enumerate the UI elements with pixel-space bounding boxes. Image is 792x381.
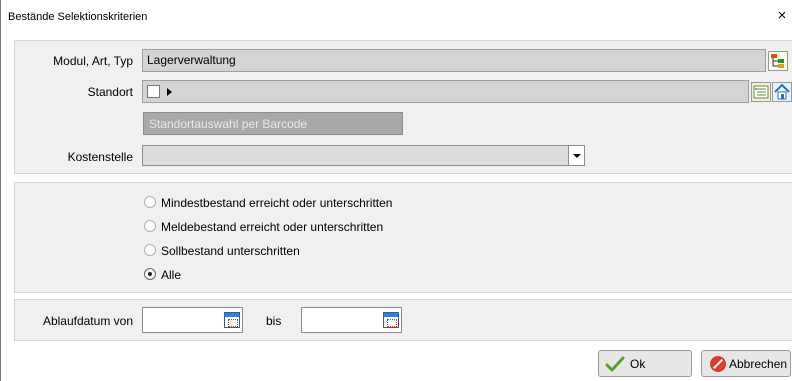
expand-arrow-icon[interactable]	[167, 88, 172, 96]
title-bar: Bestände Selektionskriterien ×	[1, 0, 792, 32]
modul-label: Modul, Art, Typ	[53, 54, 133, 68]
home-icon[interactable]	[772, 82, 792, 102]
radio-sollbestand-label: Sollbestand unterschritten	[161, 244, 300, 258]
chevron-down-icon[interactable]	[568, 146, 584, 165]
calendar-icon[interactable]	[224, 312, 240, 328]
standort-field[interactable]	[142, 80, 749, 103]
window-title: Bestände Selektionskriterien	[8, 11, 148, 23]
ok-label: Ok	[630, 357, 646, 371]
radio-mindestbestand-label: Mindestbestand erreicht oder unterschrit…	[161, 196, 393, 210]
barcode-placeholder: Standortauswahl per Barcode	[149, 117, 308, 131]
radio-meldebestand-label: Meldebestand erreicht oder unterschritte…	[161, 220, 384, 234]
radio-meldebestand-circle[interactable]	[144, 220, 156, 232]
checkmark-icon	[605, 356, 625, 372]
kostenstelle-select[interactable]	[142, 145, 585, 166]
calendar-icon[interactable]	[383, 312, 399, 328]
modul-field[interactable]: Lagerverwaltung	[142, 49, 766, 72]
ablauf-from-input[interactable]	[142, 307, 243, 333]
standort-checkbox[interactable]	[147, 85, 160, 98]
radio-alle-circle[interactable]	[144, 268, 156, 280]
ablauf-to-input[interactable]	[301, 307, 402, 333]
barcode-input[interactable]: Standortauswahl per Barcode	[143, 112, 403, 135]
ok-button[interactable]: Ok	[598, 350, 692, 377]
tree-select-icon[interactable]	[768, 51, 788, 71]
radio-mindestbestand-circle[interactable]	[144, 196, 156, 208]
cancel-label: Abbrechen	[729, 357, 788, 371]
cancel-button[interactable]: Abbrechen	[701, 350, 791, 377]
bis-label: bis	[266, 314, 282, 328]
radio-alle-label: Alle	[161, 268, 182, 282]
standort-label: Standort	[87, 85, 133, 99]
ablauf-label: Ablaufdatum von	[42, 314, 133, 328]
kostenstelle-label: Kostenstelle	[67, 150, 133, 164]
close-icon[interactable]: ×	[775, 8, 789, 23]
modul-value: Lagerverwaltung	[147, 53, 236, 67]
radio-sollbestand-circle[interactable]	[144, 244, 156, 256]
selection-dialog: Bestände Selektionskriterien × Modul, Ar…	[0, 0, 792, 381]
stock-criteria-group	[14, 182, 792, 293]
cancel-icon	[710, 356, 726, 372]
location-list-icon[interactable]	[751, 82, 771, 102]
